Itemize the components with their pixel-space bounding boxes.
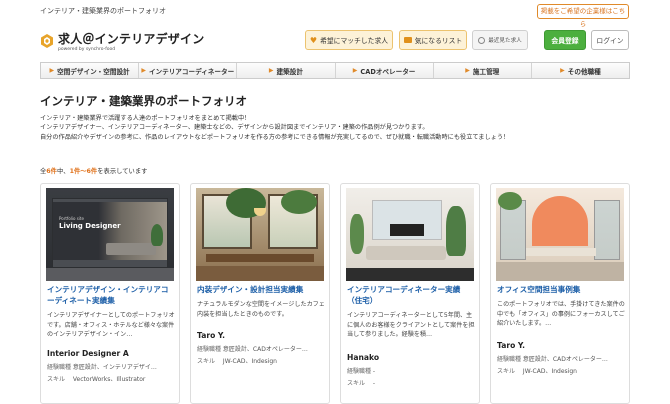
matched-jobs-label: 希望にマッチした求人 [320,37,389,45]
nav-item-construction[interactable]: ▶ 施工管理 [434,63,532,78]
intro-text: インテリア・建築業界で活躍する人達のポートフォリオをまとめて掲載中！ インテリア… [40,114,640,142]
portfolio-meta: 経験職種 意匠設計、CADオペレーター… スキル JW-CAD、Indesign [197,344,327,368]
portfolio-card[interactable]: オフィス空間担当事例集 このポートフォリオでは、手掛けてきた案件の中でも「オフィ… [490,183,630,404]
arrow-right-icon: ▶ [49,67,55,74]
arrow-right-icon: ▶ [352,67,358,74]
portfolio-title[interactable]: インテリアデザイン・インテリアコーディネート実績集 [47,284,175,307]
arrow-right-icon: ▶ [560,67,565,74]
skills-value: VectorWorks、Illustrator [72,376,146,383]
portfolio-description: ナチュラルモダンな空間をイメージしたカフェ内装を担当したときのものです。 [197,301,325,318]
portfolio-card[interactable]: Portfolio site Living Designer インテリアデザイン… [40,183,180,404]
skills-label: スキル [47,376,66,383]
favorite-list-label: 気になるリスト [414,37,463,45]
skills-label: スキル [497,368,516,375]
experience-value: 意匠設計、インテリアデザイ… [72,364,157,371]
portfolio-description: インテリアコーディネーターとして5年間、主に個人のお客様をクライアントとして案件… [347,312,475,338]
portfolio-author: Taro Y. [197,331,226,340]
recent-jobs-button[interactable]: 最近見た求人 [472,30,528,50]
nav-item-interior-coordinator[interactable]: ▶ インテリアコーディネーター [139,63,238,78]
skills-value: JW-CAD、Indesign [522,368,577,375]
nav-item-label: 施工管理 [472,67,500,76]
site-header: 求人＠インテリアデザイン powered by synchro-food ♥ 希… [0,24,670,60]
intro-line: 自分の作品紹介やデザインの参考に、作品のレイアウトなどポートフォリオを作る方の参… [40,133,510,141]
portfolio-list: Portfolio site Living Designer インテリアデザイン… [40,183,630,404]
logo-text: 求人＠インテリアデザイン [58,32,205,46]
nav-item-cad-operator[interactable]: ▶ CADオペレーター [336,63,434,78]
arrow-right-icon: ▶ [465,67,470,74]
portfolio-description: インテリアデザイナーとしてのポートフォリオです。店舗・オフィス・ホテルなど様々な… [47,312,175,338]
portfolio-card[interactable]: 内装デザイン・設計担当実績集 ナチュラルモダンな空間をイメージしたカフェ内装を担… [190,183,330,404]
portfolio-meta: 経験職種 意匠設計、CADオペレーター… スキル JW-CAD、Indesign [497,354,627,378]
experience-value: - [372,368,376,375]
experience-label: 経験職種 [347,368,372,375]
folder-icon [403,37,412,43]
nav-item-label: CADオペレーター [360,67,416,76]
site-logo[interactable]: 求人＠インテリアデザイン powered by synchro-food [40,32,204,54]
result-count: 全6件中、1件〜6件を表示しています [40,166,147,175]
portfolio-author: Taro Y. [497,341,526,350]
count-total: 6件 [46,168,57,175]
skills-label: スキル [197,358,216,365]
page-title: インテリア・建築業界のポートフォリオ [40,94,247,108]
arrow-right-icon: ▶ [268,67,274,74]
top-strip: インテリア・建築業界のポートフォリオ 掲載をご希望の企業様はこちら [0,0,670,28]
recent-jobs-label: 最近見た求人 [488,38,522,44]
nav-item-label: 建築設計 [276,67,303,76]
experience-label: 経験職種 [497,356,522,363]
intro-line: インテリア・建築業界で活躍する人達のポートフォリオをまとめて掲載中！ [40,115,251,122]
nav-item-other[interactable]: ▶ その他職種 [532,63,629,78]
portfolio-author: Hanako [347,353,380,362]
category-nav: ▶ 空間デザイン・空間設計 ▶ インテリアコーディネーター ▶ 建築設計 ▶ C… [40,62,630,79]
nav-item-label: 空間デザイン・空間設計 [57,67,130,76]
skills-label: スキル [347,380,366,387]
count-range: 1件〜6件 [69,168,98,175]
portfolio-meta: 経験職種 - スキル - [347,366,477,390]
login-button[interactable]: ログイン [591,30,629,50]
favorite-list-button[interactable]: 気になるリスト [399,30,467,50]
nav-item-space-design[interactable]: ▶ 空間デザイン・空間設計 [41,63,140,78]
logo-mark-icon [40,34,54,48]
portfolio-meta: 経験職種 意匠設計、インテリアデザイ… スキル VectorWorks、Illu… [47,362,177,386]
portfolio-card[interactable]: インテリアコーディネーター実績（住宅） インテリアコーディネーターとして5年間、… [340,183,480,404]
post-listing-button[interactable]: 掲載をご希望の企業様はこちら [537,4,629,28]
portfolio-thumbnail[interactable] [346,188,474,281]
skills-value: - [372,380,376,387]
clock-icon [478,36,486,44]
thumbnail-caption: Portfolio site [59,216,84,221]
skills-value: JW-CAD、Indesign [222,358,277,365]
site-tagline: インテリア・建築業界のポートフォリオ [40,7,166,15]
count-suffix: を表示しています [97,168,148,175]
portfolio-thumbnail[interactable] [496,188,624,281]
experience-value: 意匠設計、CADオペレーター… [222,346,308,353]
portfolio-title[interactable]: オフィス空間担当事例集 [497,284,625,295]
nav-item-architecture[interactable]: ▶ 建築設計 [237,63,336,78]
matched-jobs-button[interactable]: ♥ 希望にマッチした求人 [305,30,393,50]
experience-value: 意匠設計、CADオペレーター… [522,356,608,363]
register-button[interactable]: 会員登録 [544,30,586,50]
nav-item-label: インテリアコーディネーター [148,67,235,76]
portfolio-title[interactable]: インテリアコーディネーター実績（住宅） [347,284,475,307]
count-mid: 中、 [56,168,70,175]
thumbnail-heading: Living Designer [59,222,121,230]
experience-label: 経験職種 [47,364,72,371]
arrow-right-icon: ▶ [141,67,146,74]
experience-label: 経験職種 [197,346,222,353]
portfolio-description: このポートフォリオでは、手掛けてきた案件の中でも「オフィス」の事例にフォーカスし… [497,301,625,327]
portfolio-thumbnail[interactable]: Portfolio site Living Designer [46,188,174,281]
portfolio-author: Interior Designer A [47,349,129,358]
intro-line: インテリアデザイナー、インテリアコーディネーター、建築士などの、デザインから設計… [40,124,429,132]
logo-subtext: powered by synchro-food [58,47,116,52]
portfolio-title[interactable]: 内装デザイン・設計担当実績集 [197,284,325,295]
portfolio-thumbnail[interactable] [196,188,324,281]
nav-item-label: その他職種 [567,67,601,76]
heart-icon: ♥ [309,35,318,45]
